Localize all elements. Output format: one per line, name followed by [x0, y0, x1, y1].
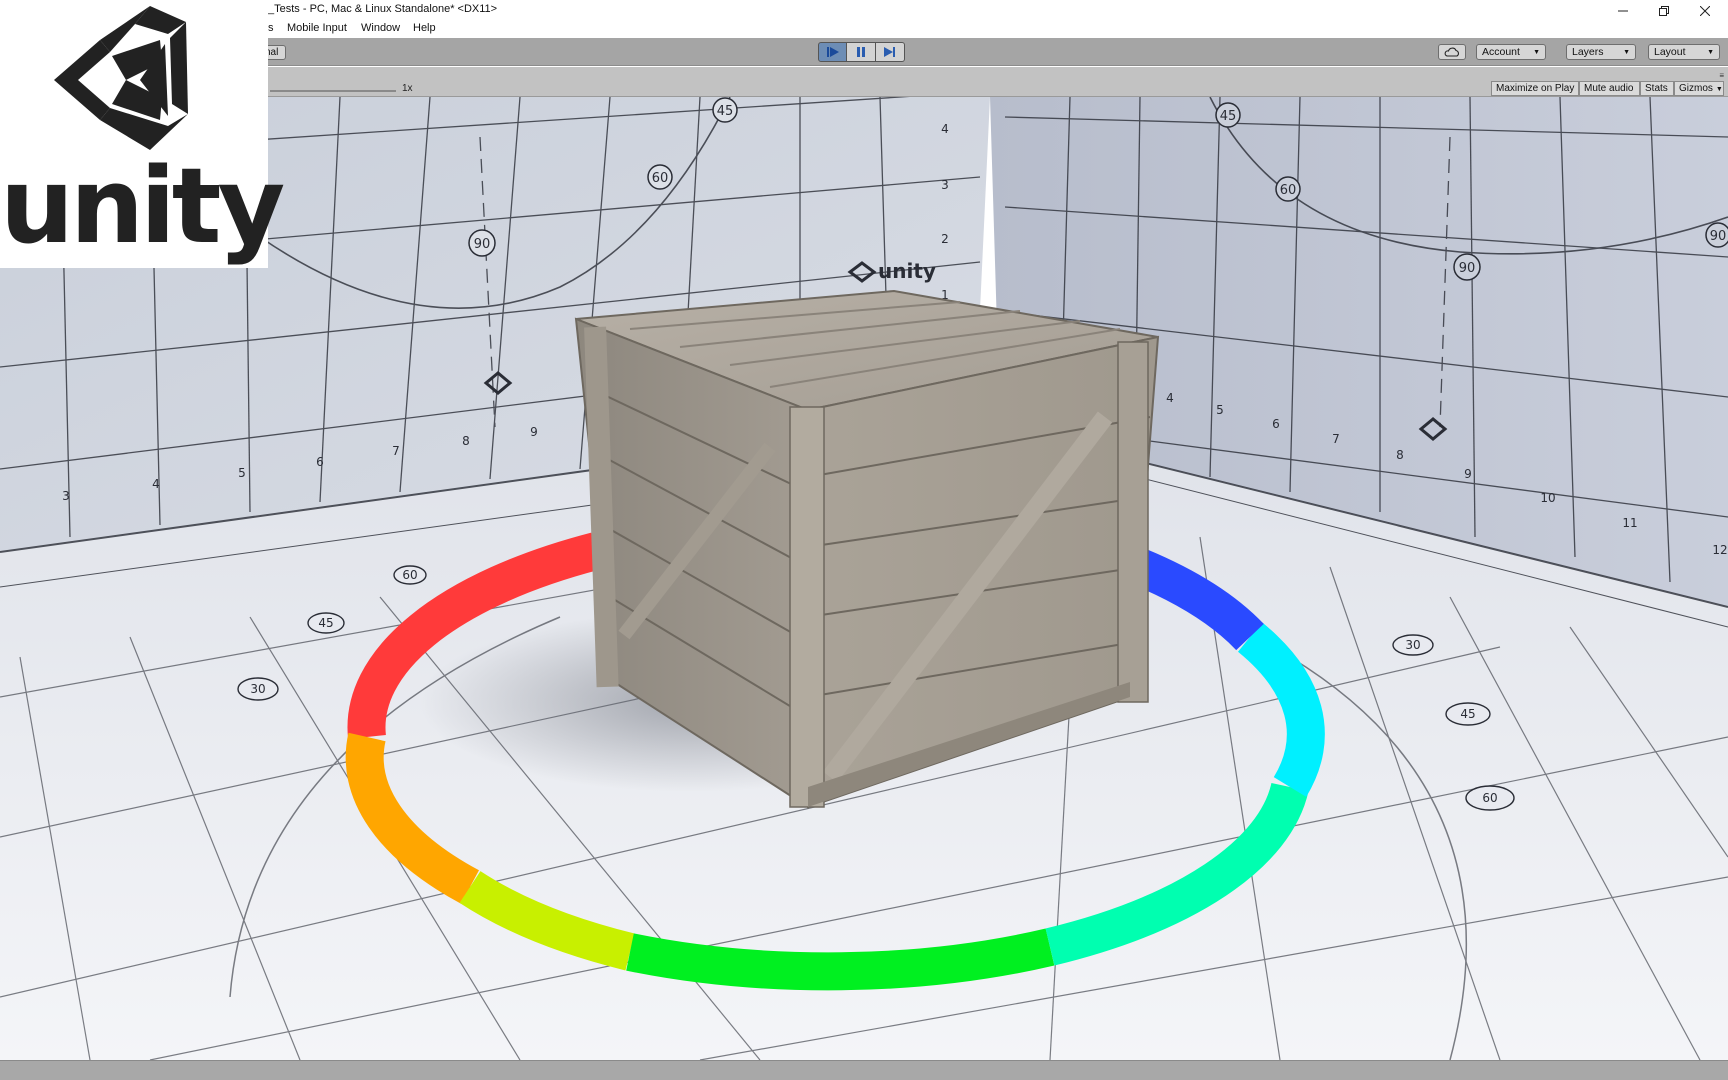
layout-label: Layout: [1654, 46, 1686, 58]
menu-item-mobile-input[interactable]: Mobile Input: [287, 22, 347, 34]
wall-angle-label: 60: [652, 171, 669, 186]
step-icon: [884, 47, 895, 57]
window-title: _Tests - PC, Mac & Linux Standalone* <DX…: [268, 3, 498, 15]
menu-item-help[interactable]: Help: [413, 22, 436, 34]
maximize-on-play-toggle[interactable]: Maximize on Play: [1491, 81, 1579, 96]
floor-angle-label: 30: [250, 682, 265, 696]
wall-angle-label: 60: [1280, 183, 1297, 198]
unity-wordmark: unity: [0, 145, 285, 267]
status-bar: [0, 1060, 1728, 1080]
wall-scale-number: 4: [1166, 391, 1174, 405]
wall-scale-number: 3: [62, 489, 70, 503]
unity-cube-icon: [54, 6, 188, 150]
wall-ruler-number: 2: [941, 232, 949, 246]
chevron-down-icon: ▼: [1715, 86, 1723, 93]
account-label: Account: [1482, 46, 1520, 58]
wall-angle-label: 90: [1710, 229, 1727, 244]
stats-toggle[interactable]: Stats: [1640, 81, 1674, 96]
wall-scale-number: 6: [316, 455, 324, 469]
wall-angle-label: 90: [474, 237, 491, 252]
playback-controls: [818, 42, 905, 62]
wall-scale-number: 7: [392, 444, 400, 458]
wall-scale-number: 10: [1540, 491, 1555, 505]
account-dropdown[interactable]: Account ▼: [1476, 44, 1546, 60]
wall-scale-number: 8: [462, 434, 470, 448]
play-button[interactable]: [818, 42, 847, 62]
unity-logo: unity: [0, 0, 285, 268]
scale-slider[interactable]: [270, 90, 396, 92]
wall-logo-text: unity: [878, 259, 936, 283]
pause-button[interactable]: [847, 42, 876, 62]
tab-menu-icon[interactable]: ≡: [1719, 71, 1724, 80]
minimize-icon: [1618, 10, 1628, 11]
wall-angle-label: 90: [1459, 261, 1476, 276]
minimize-button[interactable]: [1608, 0, 1638, 21]
wall-angle-label: 45: [717, 104, 734, 119]
floor-angle-label: 45: [318, 616, 333, 630]
play-icon: [826, 47, 839, 57]
floor-angle-label: 45: [1460, 707, 1475, 721]
floor-angle-label: 30: [1405, 638, 1420, 652]
layers-label: Layers: [1572, 46, 1604, 58]
wall-ruler-number: 4: [941, 122, 949, 136]
chevron-down-icon: ▼: [1623, 49, 1630, 56]
wall-scale-number: 5: [238, 466, 246, 480]
restore-icon: [1659, 5, 1669, 16]
layout-dropdown[interactable]: Layout ▼: [1648, 44, 1720, 60]
layers-dropdown[interactable]: Layers ▼: [1566, 44, 1636, 60]
wall-scale-number: 9: [1464, 467, 1472, 481]
restore-button[interactable]: [1649, 0, 1679, 21]
step-button[interactable]: [876, 42, 905, 62]
gizmos-dropdown[interactable]: Gizmos ▼: [1674, 81, 1724, 96]
wall-scale-number: 8: [1396, 448, 1404, 462]
wall-scale-number: 9: [530, 425, 538, 439]
wall-scale-number: 5: [1216, 403, 1224, 417]
scale-label: 1x: [402, 83, 413, 94]
cloud-icon: [1444, 47, 1459, 57]
wall-scale-number: 4: [152, 477, 160, 491]
chevron-down-icon: ▼: [1533, 49, 1540, 56]
wall-angle-label: 45: [1220, 109, 1237, 124]
mute-audio-toggle[interactable]: Mute audio: [1579, 81, 1640, 96]
floor-angle-label: 60: [402, 568, 417, 582]
wall-scale-number: 6: [1272, 417, 1280, 431]
cloud-button[interactable]: [1438, 44, 1466, 60]
chevron-down-icon: ▼: [1707, 49, 1714, 56]
close-icon: [1700, 5, 1710, 16]
wall-scale-number: 12: [1712, 543, 1727, 557]
wall-scale-number: 7: [1332, 432, 1340, 446]
pause-icon: [857, 47, 865, 57]
menu-item-window[interactable]: Window: [361, 22, 400, 34]
gizmos-label: Gizmos: [1679, 83, 1713, 94]
floor-angle-label: 60: [1482, 791, 1497, 805]
menu-item-fragment[interactable]: s: [268, 22, 274, 34]
close-button[interactable]: [1690, 0, 1720, 21]
wall-ruler-number: 3: [941, 178, 949, 192]
wall-scale-number: 11: [1622, 516, 1637, 530]
